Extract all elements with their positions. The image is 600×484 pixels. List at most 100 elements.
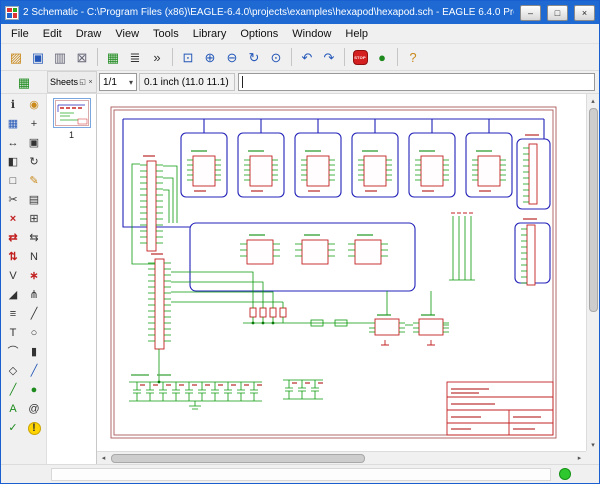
net-tool-button[interactable]: ╱ bbox=[3, 381, 24, 400]
menu-edit[interactable]: Edit bbox=[36, 26, 69, 42]
redraw-button[interactable]: ↻ bbox=[243, 46, 265, 68]
horizontal-scroll-thumb[interactable] bbox=[111, 454, 365, 463]
split-tool-button[interactable]: ⋔ bbox=[24, 286, 45, 305]
script-button[interactable]: ≣ bbox=[124, 46, 146, 68]
command-line-input[interactable] bbox=[238, 73, 595, 91]
dock-close-icon[interactable]: × bbox=[87, 79, 94, 86]
menu-view[interactable]: View bbox=[108, 26, 146, 42]
redo-button[interactable]: ↷ bbox=[318, 46, 340, 68]
info-tool-button[interactable]: ℹ bbox=[3, 96, 24, 115]
menu-library[interactable]: Library bbox=[186, 26, 234, 42]
polygon-icon: ◇ bbox=[9, 366, 17, 377]
save-button[interactable]: ▣ bbox=[27, 46, 49, 68]
sheets-dock-header: Sheets ◱ × bbox=[47, 71, 97, 93]
sheet-selector[interactable]: 1/1 ▾ bbox=[99, 73, 137, 91]
maximize-button[interactable]: □ bbox=[547, 5, 568, 21]
toolbar-separator bbox=[397, 48, 398, 66]
vertical-scrollbar[interactable]: ▴ ▾ bbox=[586, 94, 599, 451]
miter-icon: ◢ bbox=[9, 290, 17, 301]
change-icon: ✎ bbox=[29, 176, 38, 187]
label-tool-button[interactable]: A bbox=[3, 400, 24, 419]
menu-draw[interactable]: Draw bbox=[69, 26, 109, 42]
circle-tool-button[interactable]: ○ bbox=[24, 324, 45, 343]
menu-tools[interactable]: Tools bbox=[146, 26, 186, 42]
pinswap-tool-button[interactable]: ⇄ bbox=[3, 229, 24, 248]
rect-tool-button[interactable]: ▮ bbox=[24, 343, 45, 362]
stop-button[interactable]: STOP bbox=[349, 46, 371, 68]
scroll-left-icon[interactable]: ◂ bbox=[97, 452, 110, 465]
menu-help[interactable]: Help bbox=[338, 26, 375, 42]
move-icon: ↔ bbox=[8, 138, 19, 149]
miter-tool-button[interactable]: ◢ bbox=[3, 286, 24, 305]
horizontal-scrollbar[interactable]: ◂ ▸ bbox=[97, 451, 586, 464]
zoom-fit-button[interactable]: ⊡ bbox=[177, 46, 199, 68]
menu-file[interactable]: File bbox=[4, 26, 36, 42]
smash-tool-button[interactable]: ∗ bbox=[24, 267, 45, 286]
save-icon: ▣ bbox=[32, 51, 44, 64]
close-button[interactable]: × bbox=[574, 5, 595, 21]
zoom-select-button[interactable]: ⊙ bbox=[265, 46, 287, 68]
board-button[interactable]: ▦ bbox=[102, 46, 124, 68]
rotate-tool-button[interactable]: ↻ bbox=[24, 153, 45, 172]
junction-tool-button[interactable]: ● bbox=[24, 381, 45, 400]
undo-button[interactable]: ↶ bbox=[296, 46, 318, 68]
toolbar-separator bbox=[291, 48, 292, 66]
bus-tool-button[interactable]: ╱ bbox=[24, 362, 45, 381]
mirror-tool-button[interactable]: ◧ bbox=[3, 153, 24, 172]
help-button[interactable]: ? bbox=[402, 46, 424, 68]
coordinate-display: 0.1 inch (11.0 11.1) bbox=[139, 73, 235, 91]
zoom-out-button[interactable]: ⊖ bbox=[221, 46, 243, 68]
group-tool-button[interactable]: □ bbox=[3, 172, 24, 191]
add-tool-button[interactable]: ⊞ bbox=[24, 210, 45, 229]
polygon-tool-button[interactable]: ◇ bbox=[3, 362, 24, 381]
board-icon: ▦ bbox=[107, 51, 119, 64]
erc-tool-button[interactable]: ✓ bbox=[3, 419, 24, 438]
show-tool-button[interactable]: ◉ bbox=[24, 96, 45, 115]
attribute-tool-button[interactable]: @ bbox=[24, 400, 45, 419]
grid-button[interactable]: ▦ bbox=[13, 71, 35, 93]
errors-tool-button[interactable]: ! bbox=[24, 419, 45, 438]
scroll-right-icon[interactable]: ▸ bbox=[573, 452, 586, 465]
move-tool-button[interactable]: ↔ bbox=[3, 134, 24, 153]
sheet-thumbnail[interactable] bbox=[53, 98, 91, 128]
vertical-scroll-thumb[interactable] bbox=[589, 108, 598, 312]
delete-tool-button[interactable]: × bbox=[3, 210, 24, 229]
open-button[interactable]: ▨ bbox=[5, 46, 27, 68]
replace-tool-button[interactable]: ⇆ bbox=[24, 229, 45, 248]
display-tool-button[interactable]: ▦ bbox=[3, 115, 24, 134]
scroll-up-icon[interactable]: ▴ bbox=[587, 94, 600, 107]
open-folder-icon: ▨ bbox=[10, 51, 22, 64]
run-ulp-button[interactable]: » bbox=[146, 46, 168, 68]
menu-window[interactable]: Window bbox=[285, 26, 338, 42]
minimize-button[interactable]: – bbox=[520, 5, 541, 21]
cam-button[interactable]: ⊠ bbox=[71, 46, 93, 68]
invoke-tool-button[interactable]: ≡ bbox=[3, 305, 24, 324]
scroll-down-icon[interactable]: ▾ bbox=[587, 438, 600, 451]
arc-tool-button[interactable]: ⌒ bbox=[3, 343, 24, 362]
paste-icon: ▤ bbox=[29, 195, 39, 206]
wire-tool-button[interactable]: ╱ bbox=[24, 305, 45, 324]
cut-tool-button[interactable]: ✂ bbox=[3, 191, 24, 210]
sheets-panel: 1 bbox=[47, 94, 97, 464]
menu-options[interactable]: Options bbox=[233, 26, 285, 42]
cam-processor-icon: ⊠ bbox=[77, 51, 88, 64]
text-tool-button[interactable]: T bbox=[3, 324, 24, 343]
zoom-in-button[interactable]: ⊕ bbox=[199, 46, 221, 68]
window-title: 2 Schematic - C:\Program Files (x86)\EAG… bbox=[23, 7, 514, 18]
gateswap-tool-button[interactable]: ⇅ bbox=[3, 248, 24, 267]
change-tool-button[interactable]: ✎ bbox=[24, 172, 45, 191]
name-tool-button[interactable]: N bbox=[24, 248, 45, 267]
script-icon: ≣ bbox=[130, 51, 141, 64]
mark-tool-button[interactable]: + bbox=[24, 115, 45, 134]
paste-tool-button[interactable]: ▤ bbox=[24, 191, 45, 210]
value-tool-button[interactable]: V bbox=[3, 267, 24, 286]
dock-float-icon[interactable]: ◱ bbox=[79, 78, 86, 86]
parameter-toolbar: ▦ Sheets ◱ × 1/1 ▾ 0.1 inch (11.0 11.1) bbox=[1, 71, 599, 94]
rect-icon: ▮ bbox=[31, 347, 37, 358]
print-button[interactable]: ▥ bbox=[49, 46, 71, 68]
copy-tool-button[interactable]: ▣ bbox=[24, 134, 45, 153]
sheet-thumbnail-label: 1 bbox=[69, 130, 74, 140]
schematic-canvas[interactable] bbox=[97, 94, 586, 451]
go-button[interactable]: ● bbox=[371, 46, 393, 68]
mark-icon: + bbox=[31, 119, 37, 130]
